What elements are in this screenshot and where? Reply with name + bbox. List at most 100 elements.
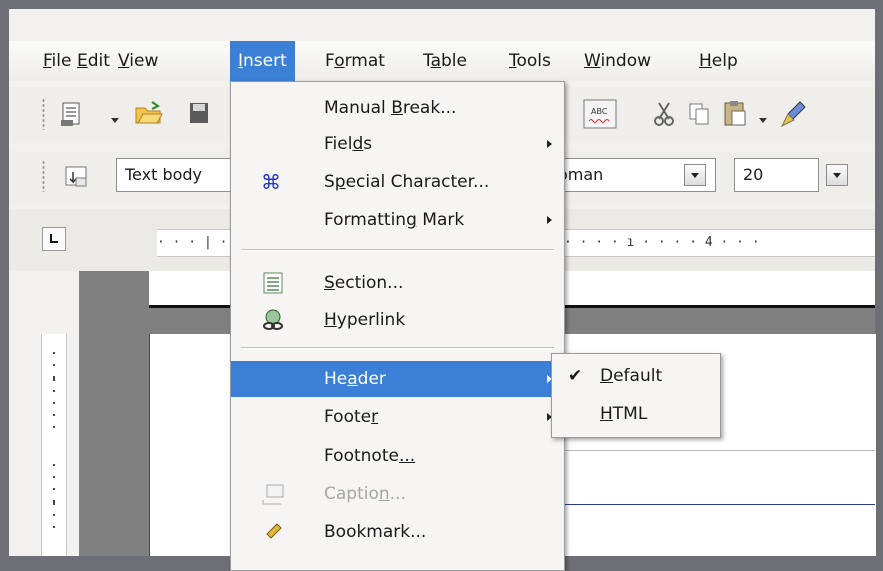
menu-item-footer[interactable]: Footer (231, 399, 564, 435)
submenu-item-html[interactable]: HTML (552, 396, 720, 432)
paragraph-style-value: Text body (125, 165, 203, 184)
menu-bar: File Edit View Insert Format Table Tools… (9, 41, 875, 81)
vertical-ruler-tick (53, 476, 55, 478)
vertical-ruler-tick (53, 500, 55, 505)
vertical-ruler-tick (53, 414, 55, 416)
vertical-ruler-tick (53, 364, 55, 366)
vertical-ruler-tick (53, 426, 55, 428)
menu-separator (241, 347, 554, 349)
menu-insert[interactable]: Insert (230, 41, 295, 81)
paragraph-style-combo[interactable]: Text body (116, 158, 236, 192)
vertical-ruler-tick (53, 526, 55, 528)
submenu-item-default[interactable]: ✔ Default (552, 358, 720, 394)
clone-formatting-icon[interactable] (780, 99, 808, 129)
vertical-ruler-tick (53, 352, 55, 354)
menu-window-label: indow (600, 51, 652, 71)
menu-format[interactable]: Format (319, 41, 391, 81)
vertical-ruler[interactable] (41, 334, 67, 556)
menu-edit[interactable]: Edit (71, 41, 116, 81)
vertical-ruler-tick (53, 402, 55, 404)
menu-separator (241, 249, 554, 251)
bookmark-icon (266, 523, 282, 539)
font-size-combo[interactable]: 20 (734, 158, 819, 192)
section-icon (263, 272, 283, 294)
menu-item-formatting-mark[interactable]: Formatting Mark (231, 202, 564, 238)
menu-format-accel: o (334, 51, 345, 71)
submenu-item-label: HTML (600, 404, 648, 424)
menu-item-label: Header (324, 369, 386, 389)
menu-item-hyperlink[interactable]: Hyperlink (231, 302, 564, 338)
menu-table-pre: T (423, 51, 431, 71)
toolbar-grip-icon[interactable] (42, 98, 45, 130)
menu-table-accel: a (430, 51, 441, 71)
submenu-arrow-icon (547, 140, 552, 148)
save-icon[interactable] (188, 101, 212, 125)
menu-item-label: Footer (324, 407, 379, 427)
menu-help-accel: H (699, 51, 712, 71)
vertical-ruler-tick (53, 464, 55, 466)
header-region-line (549, 450, 875, 451)
menu-file-label: ile (51, 51, 72, 71)
paste-dropdown-icon[interactable] (759, 118, 767, 123)
menu-item-label: Fields (324, 134, 373, 154)
menu-edit-label: dit (87, 51, 110, 71)
copy-icon[interactable] (688, 101, 712, 127)
menu-view[interactable]: View (112, 41, 164, 81)
cut-icon[interactable] (652, 101, 676, 127)
menu-view-accel: V (118, 51, 130, 71)
font-size-dropdown-button[interactable] (826, 164, 848, 186)
menu-format-label: rmat (344, 51, 385, 71)
menu-item-caption[interactable]: Caption... (231, 476, 564, 512)
menu-item-label: Bookmark... (324, 522, 427, 542)
insert-menu-dropdown: Manual Break... Fields ⌘ Special Charact… (230, 81, 565, 571)
menu-item-label: Formatting Mark (324, 210, 465, 230)
new-dropdown-icon[interactable] (111, 118, 119, 123)
menu-item-label: Hyperlink (324, 310, 406, 330)
open-folder-icon[interactable] (134, 100, 164, 126)
menu-item-bookmark[interactable]: Bookmark... (231, 514, 564, 550)
svg-text:ABC: ABC (591, 107, 608, 116)
menu-format-pre: F (325, 51, 335, 71)
submenu-arrow-icon (547, 216, 552, 224)
menu-item-label: Footnote... (324, 446, 416, 466)
menu-item-footnote[interactable]: Footnote... (231, 438, 564, 474)
checkmark-icon: ✔ (568, 366, 583, 386)
menu-item-label: Section... (324, 273, 404, 293)
menu-tools-label: ools (516, 51, 551, 71)
menu-help[interactable]: Help (693, 41, 744, 81)
vertical-ruler-tick (53, 488, 55, 490)
toolbar-grip-icon[interactable] (42, 160, 45, 192)
menu-insert-label: nsert (243, 51, 287, 71)
font-name-dropdown-button[interactable] (684, 164, 706, 186)
hyperlink-icon (263, 309, 283, 330)
vertical-ruler-tick (53, 376, 55, 381)
menu-item-label: Special Character... (324, 172, 490, 192)
header-submenu: ✔ Default HTML (551, 353, 721, 438)
caption-icon (262, 484, 284, 505)
paste-icon[interactable] (722, 99, 748, 127)
menu-table[interactable]: Table (417, 41, 473, 81)
styles-formatting-icon[interactable] (63, 164, 91, 192)
spellcheck-icon[interactable]: ABC (583, 99, 617, 129)
menu-edit-accel: E (77, 51, 88, 71)
menu-item-fields[interactable]: Fields (231, 126, 564, 162)
text-boundary-line (549, 504, 875, 505)
font-size-value: 20 (743, 165, 764, 184)
menu-window-accel: W (584, 51, 601, 71)
tab-stop-type-button[interactable] (42, 227, 66, 251)
menu-tools-accel: T (509, 51, 517, 71)
vertical-ruler-tick (53, 390, 55, 392)
submenu-item-label: Default (600, 366, 663, 386)
menu-tools[interactable]: Tools (503, 41, 557, 81)
vertical-ruler-tick (53, 514, 55, 516)
menu-item-label: Caption... (324, 484, 406, 504)
menu-item-special-character[interactable]: ⌘ Special Character... (231, 164, 564, 200)
menu-window[interactable]: Window (578, 41, 657, 81)
menu-table-label: ble (441, 51, 467, 71)
new-document-icon[interactable] (59, 100, 85, 128)
menu-file-accel: F (43, 51, 52, 71)
menu-item-manual-break[interactable]: Manual Break... (231, 90, 564, 126)
menu-item-section[interactable]: Section... (231, 265, 564, 301)
menu-view-label: iew (129, 51, 159, 71)
menu-item-header[interactable]: Header (231, 361, 564, 397)
